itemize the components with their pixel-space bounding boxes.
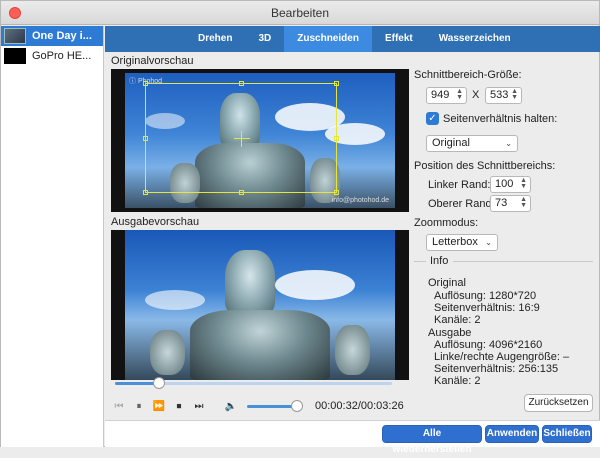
- video-thumbnail: [4, 48, 26, 64]
- tab-drehen[interactable]: Drehen: [185, 26, 245, 52]
- crop-handle-bl[interactable]: [143, 190, 148, 195]
- aspect-ratio-value: Original: [432, 137, 470, 149]
- file-name: One Day i...: [32, 30, 92, 42]
- reset-button[interactable]: Zurücksetzen: [524, 394, 593, 412]
- file-list: One Day i... GoPro HE...: [1, 26, 104, 447]
- close-button[interactable]: Schließen: [542, 425, 592, 443]
- info-divider-right: [453, 261, 593, 262]
- crop-width-field[interactable]: 949 ▲ ▼: [426, 87, 467, 104]
- time-display: 00:00:32/00:03:26: [315, 400, 404, 412]
- crop-handle-t[interactable]: [239, 81, 244, 86]
- left-margin-field[interactable]: 100 ▲ ▼: [490, 176, 531, 193]
- crop-position-label: Position des Schnittbereichs:: [414, 160, 556, 172]
- crop-width-value: 949: [431, 89, 450, 101]
- volume-knob[interactable]: [291, 399, 303, 412]
- info-output-ratio: Seitenverhältnis: 256:135: [434, 363, 559, 375]
- info-output-eye-size: Linke/rechte Augengröße: –: [434, 351, 570, 363]
- tab-3d[interactable]: 3D: [245, 26, 284, 52]
- output-image: [125, 230, 395, 380]
- playback-progress-bar[interactable]: [115, 377, 392, 389]
- aspect-ratio-select[interactable]: Original ⌄: [426, 135, 518, 152]
- info-original-title: Original: [428, 277, 466, 289]
- volume-icon[interactable]: 🔈: [221, 401, 241, 412]
- crop-handle-l[interactable]: [143, 136, 148, 141]
- file-name: GoPro HE...: [32, 50, 92, 62]
- tab-effekt[interactable]: Effekt: [372, 26, 426, 52]
- stepper-arrows-icon[interactable]: ▲ ▼: [520, 177, 527, 190]
- info-original-channels: Kanäle: 2: [434, 314, 481, 326]
- watermark-text: info@photohod.de: [331, 197, 389, 204]
- zoom-mode-value: Letterbox: [432, 236, 478, 248]
- fast-forward-icon[interactable]: ⏩: [149, 401, 169, 412]
- edit-tabs: Drehen 3D Zuschneiden Effekt Wasserzeich…: [105, 26, 600, 52]
- window-title: Bearbeiten: [270, 6, 330, 20]
- zoom-mode-select[interactable]: Letterbox ⌄: [426, 234, 498, 251]
- crop-handle-br[interactable]: [334, 190, 339, 195]
- stepper-arrows-icon[interactable]: ▲ ▼: [511, 88, 518, 101]
- chevron-down-icon: ⌄: [505, 139, 512, 148]
- info-original-resolution: Auflösung: 1280*720: [434, 290, 537, 302]
- info-original-ratio: Seitenverhältnis: 16:9: [434, 302, 540, 314]
- crop-handle-tl[interactable]: [143, 81, 148, 86]
- volume-slider[interactable]: [247, 399, 303, 412]
- info-output-resolution: Auflösung: 4096*2160: [434, 339, 543, 351]
- tab-wasserzeichen[interactable]: Wasserzeichen: [426, 26, 524, 52]
- left-margin-value: 100: [495, 178, 514, 190]
- top-margin-label: Oberer Rand:: [428, 198, 495, 210]
- crop-handle-b[interactable]: [239, 190, 244, 195]
- crop-handle-r[interactable]: [334, 136, 339, 141]
- original-preview: ⓘ Phohod info@photohod.de: [111, 69, 409, 212]
- size-separator: X: [472, 89, 480, 101]
- original-preview-label: Originalvorschau: [111, 55, 194, 67]
- skip-forward-icon[interactable]: ⏭: [189, 401, 209, 412]
- top-margin-value: 73: [495, 197, 508, 209]
- info-header: Info: [430, 255, 449, 267]
- zoom-mode-label: Zoommodus:: [414, 217, 479, 229]
- chevron-down-icon: ⌄: [485, 238, 492, 247]
- stop-icon[interactable]: ⏹: [169, 401, 189, 412]
- crop-height-field[interactable]: 533 ▲ ▼: [485, 87, 522, 104]
- file-item-one-day[interactable]: One Day i...: [1, 26, 103, 46]
- close-window-button[interactable]: [9, 7, 21, 19]
- tab-zuschneiden[interactable]: Zuschneiden: [284, 26, 372, 52]
- info-output-channels: Kanäle: 2: [434, 375, 481, 387]
- crop-center-icon: [234, 138, 250, 139]
- progress-knob[interactable]: [153, 377, 166, 389]
- crop-center-icon: [241, 131, 242, 147]
- output-preview-label: Ausgabevorschau: [111, 216, 200, 228]
- keep-ratio-label: Seitenverhältnis halten:: [443, 113, 558, 125]
- top-margin-field[interactable]: 73 ▲ ▼: [490, 195, 531, 212]
- file-item-gopro[interactable]: GoPro HE...: [1, 46, 103, 66]
- output-preview: [111, 230, 409, 380]
- crop-height-value: 533: [490, 89, 509, 101]
- apply-button[interactable]: Anwenden: [485, 425, 539, 443]
- skip-back-icon[interactable]: ⏮: [109, 401, 129, 412]
- keep-ratio-checkbox[interactable]: ✓: [426, 112, 439, 125]
- info-output-title: Ausgabe: [428, 327, 472, 339]
- crop-handle-tr[interactable]: [334, 81, 339, 86]
- info-divider-left: [414, 261, 426, 262]
- video-thumbnail: [4, 28, 26, 44]
- left-margin-label: Linker Rand:: [428, 179, 491, 191]
- stepper-arrows-icon[interactable]: ▲ ▼: [520, 196, 527, 209]
- edit-window: Bearbeiten One Day i... GoPro HE... Dreh…: [0, 0, 600, 455]
- player-controls: ⏮ ⏸ ⏩ ⏹ ⏭ 🔈 00:00:32/00:03:26: [105, 393, 410, 419]
- restore-all-button[interactable]: Alle wiederherstellen: [382, 425, 482, 455]
- title-bar: Bearbeiten: [1, 1, 599, 25]
- crop-size-label: Schnittbereich-Größe:: [414, 69, 522, 81]
- crop-rectangle[interactable]: [143, 81, 339, 195]
- stepper-arrows-icon[interactable]: ▲ ▼: [456, 88, 463, 101]
- pause-icon[interactable]: ⏸: [129, 401, 149, 412]
